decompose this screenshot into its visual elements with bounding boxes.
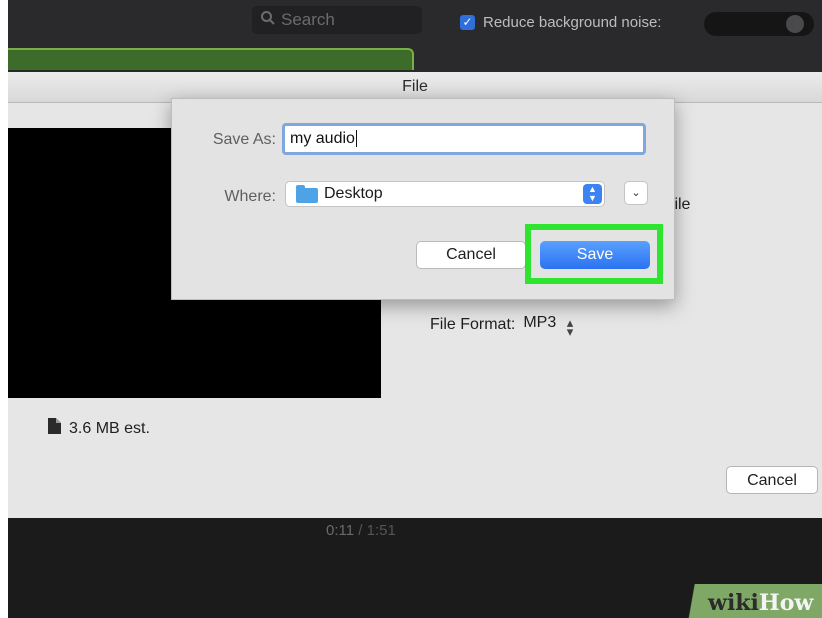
text-caret xyxy=(355,130,357,148)
file-format-row: File Format: MP3 ▴ ▾ xyxy=(430,314,574,339)
reduce-noise-checkbox[interactable]: ✓ xyxy=(460,14,475,30)
total-time: 1:51 xyxy=(366,522,396,539)
up-down-arrows-icon: ▴ ▾ xyxy=(566,315,574,339)
sheet-cancel-button[interactable]: Cancel xyxy=(726,466,818,494)
slider-knob[interactable] xyxy=(786,15,804,33)
search-field[interactable]: Search xyxy=(252,6,422,34)
file-format-select[interactable]: MP3 ▴ ▾ xyxy=(523,314,574,339)
save-as-label: Save As: xyxy=(212,131,276,148)
document-icon xyxy=(48,418,61,439)
where-value: Desktop xyxy=(324,185,383,202)
file-size-row: 3.6 MB est. xyxy=(48,418,150,439)
audio-waveform-clip[interactable] xyxy=(8,48,414,70)
select-stepper-icon: ▲ ▼ xyxy=(583,184,602,204)
where-label: Where: xyxy=(224,188,276,205)
current-time: 0:11 xyxy=(326,522,355,539)
app-window: Search ✓ Reduce background noise: File f… xyxy=(8,0,822,618)
folder-icon xyxy=(296,185,318,203)
playback-timecode: 0:11 / 1:51 xyxy=(326,522,396,539)
reduce-noise-row: ✓ Reduce background noise: xyxy=(460,10,661,34)
top-toolbar: Search ✓ Reduce background noise: xyxy=(8,0,822,72)
time-separator: / xyxy=(358,522,363,539)
save-button[interactable]: Save xyxy=(540,241,650,269)
search-icon xyxy=(260,7,276,35)
cancel-button[interactable]: Cancel xyxy=(416,241,526,269)
save-as-value: my audio xyxy=(290,130,355,147)
where-location-select[interactable]: Desktop ▲ ▼ xyxy=(285,181,605,207)
expand-dialog-button[interactable]: ⌄ xyxy=(624,181,648,205)
file-format-value: MP3 xyxy=(523,314,557,331)
save-as-input[interactable]: my audio xyxy=(282,123,646,155)
file-format-label: File Format: xyxy=(430,316,516,333)
save-dialog: Save As: my audio Where: Desktop ▲ ▼ ⌄ Ca… xyxy=(171,98,675,300)
search-placeholder: Search xyxy=(281,10,335,29)
chevron-down-icon: ⌄ xyxy=(631,187,641,199)
reduce-noise-label: Reduce background noise: xyxy=(483,13,662,31)
watermark-wiki: wiki xyxy=(708,590,759,616)
size-estimate: 3.6 MB est. xyxy=(69,419,150,437)
wikihow-watermark: wikiHow xyxy=(708,590,813,616)
watermark-how: How xyxy=(758,590,814,616)
noise-level-slider[interactable] xyxy=(704,12,814,36)
